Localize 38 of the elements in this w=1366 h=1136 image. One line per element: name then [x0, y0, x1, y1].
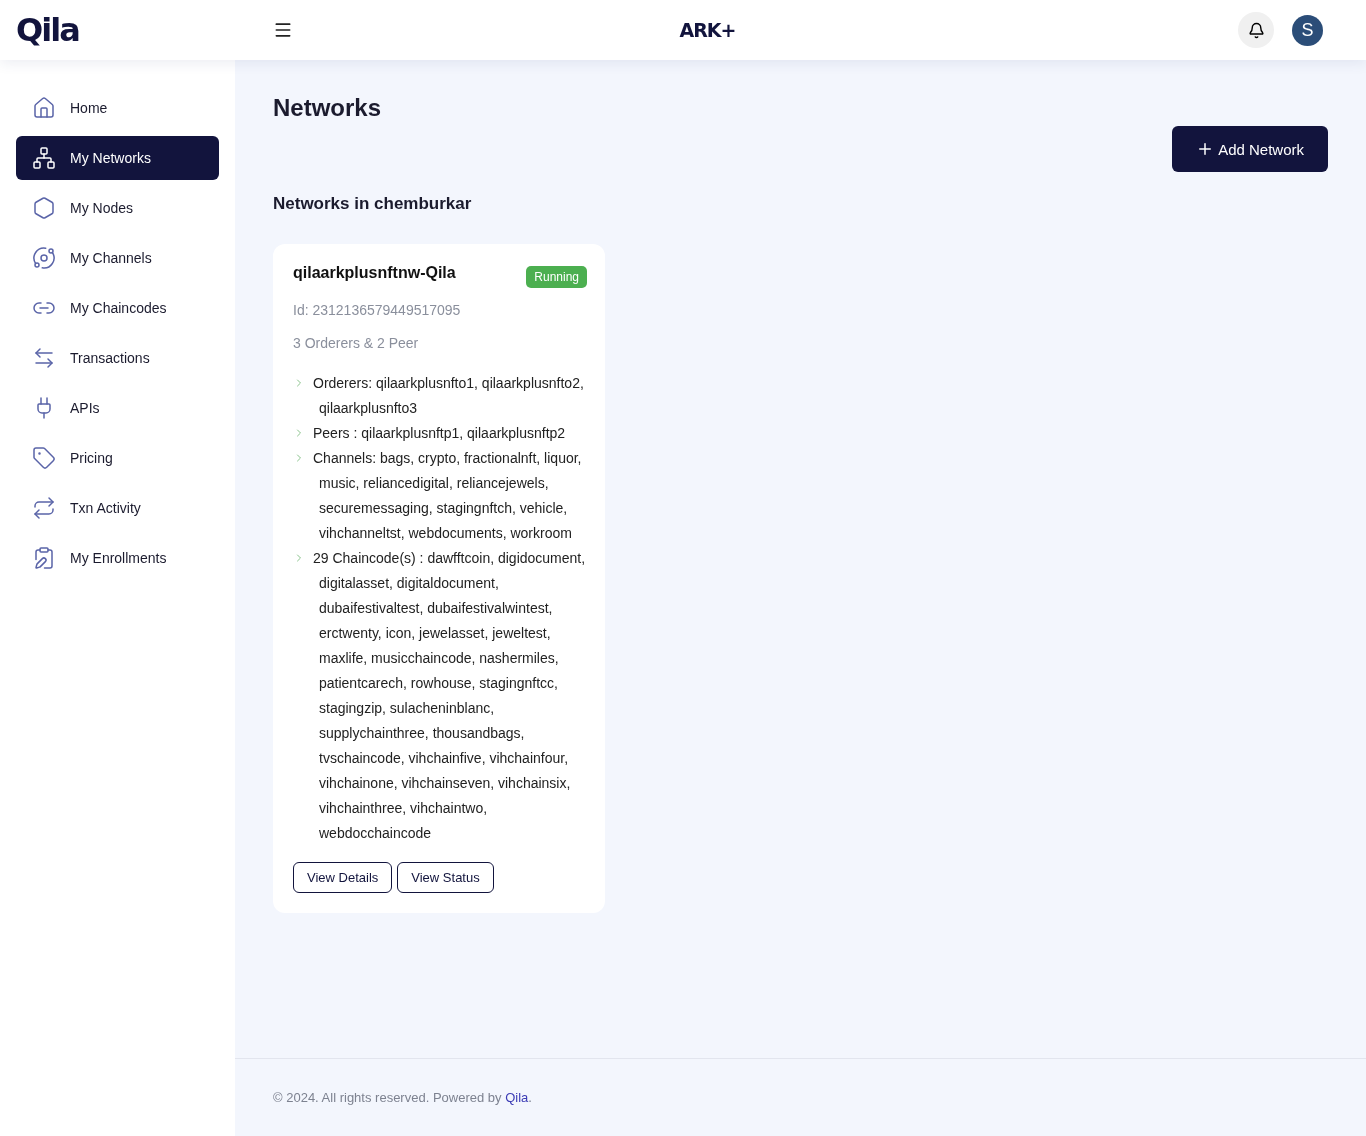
tag-icon [32, 446, 56, 470]
user-avatar[interactable]: S [1292, 14, 1323, 46]
repeat-icon [32, 496, 56, 520]
network-id: Id: 2312136579449517095 [293, 302, 462, 318]
add-network-button[interactable]: Add Network [1172, 126, 1328, 172]
sidebar-item[interactable]: Transactions [16, 336, 219, 380]
sidebar-item[interactable]: Home [16, 86, 219, 130]
network-name: qilaarkplusnftnw-Qila [293, 264, 456, 282]
network-icon [32, 146, 56, 170]
arrows-icon [32, 346, 56, 370]
notification-bell-button[interactable] [1238, 12, 1274, 48]
footer-text: © 2024. All rights reserved. Powered by Qila. [273, 1090, 532, 1105]
clipboard-icon [32, 546, 56, 570]
home-icon [32, 96, 56, 120]
bell-icon [1247, 21, 1265, 39]
network-summary: 3 Orderers & 2 Peer [293, 335, 420, 351]
sidebar-item[interactable]: My Chaincodes [16, 286, 219, 330]
hexagon-icon [32, 196, 56, 220]
action-button[interactable]: View Details [293, 862, 393, 893]
sidebar-item[interactable]: My Channels [16, 236, 219, 280]
detail-text: Orderers: qilaarkplusnfto1, qilaarkplusnfto2, qilaarkplusnfto3 [313, 374, 585, 418]
sidebar-item[interactable]: Txn Activity [16, 486, 219, 530]
qila-logo: Qila [15, 11, 80, 49]
detail-text: Peers : qilaarkplusnftp1, qilaarkplusnftp2 [313, 424, 566, 443]
action-button[interactable]: View Status [397, 862, 494, 893]
detail-text: 29 Chaincode(s) : dawfftcoin, digidocument, digitalasset, digitaldocument, dubaifestivaltest, dubaifestivalwintest, erctwenty, icon, jewelasset, jeweltest, maxlife, musicchaincode, nashermiles, patientcarech, rowhouse, stagingnftcc, stagingzip, sulacheninblanc, supplychainthree, thousandbags, tvschaincode, vihchainfive, vihchainfour, vihchainone, vihchainseven, vihchainsix, vihchainthree, vihchaintwo, webdocchaincode [313, 549, 587, 843]
page-title: Networks [273, 94, 383, 122]
sidebar-item[interactable]: My Networks [16, 136, 219, 180]
status-badge: Running [526, 266, 587, 288]
sidebar-item[interactable]: APIs [16, 386, 219, 430]
sidebar-item[interactable]: My Nodes [16, 186, 219, 230]
section-title: Networks in chemburkar [273, 194, 473, 214]
orbit-icon [32, 246, 56, 270]
detail-text: Channels: bags, crypto, fractionalnft, liquor, music, reliancedigital, reliancejewels, securemessaging, stagingnftch, vehicle, vihchanneltst, webdocuments, workroom [313, 449, 583, 543]
sidebar-item[interactable]: My Enrollments [16, 536, 219, 580]
brand-logo: ARK+ [679, 19, 736, 41]
sidebar-item[interactable]: Pricing [16, 436, 219, 480]
menu-icon[interactable] [273, 20, 293, 40]
